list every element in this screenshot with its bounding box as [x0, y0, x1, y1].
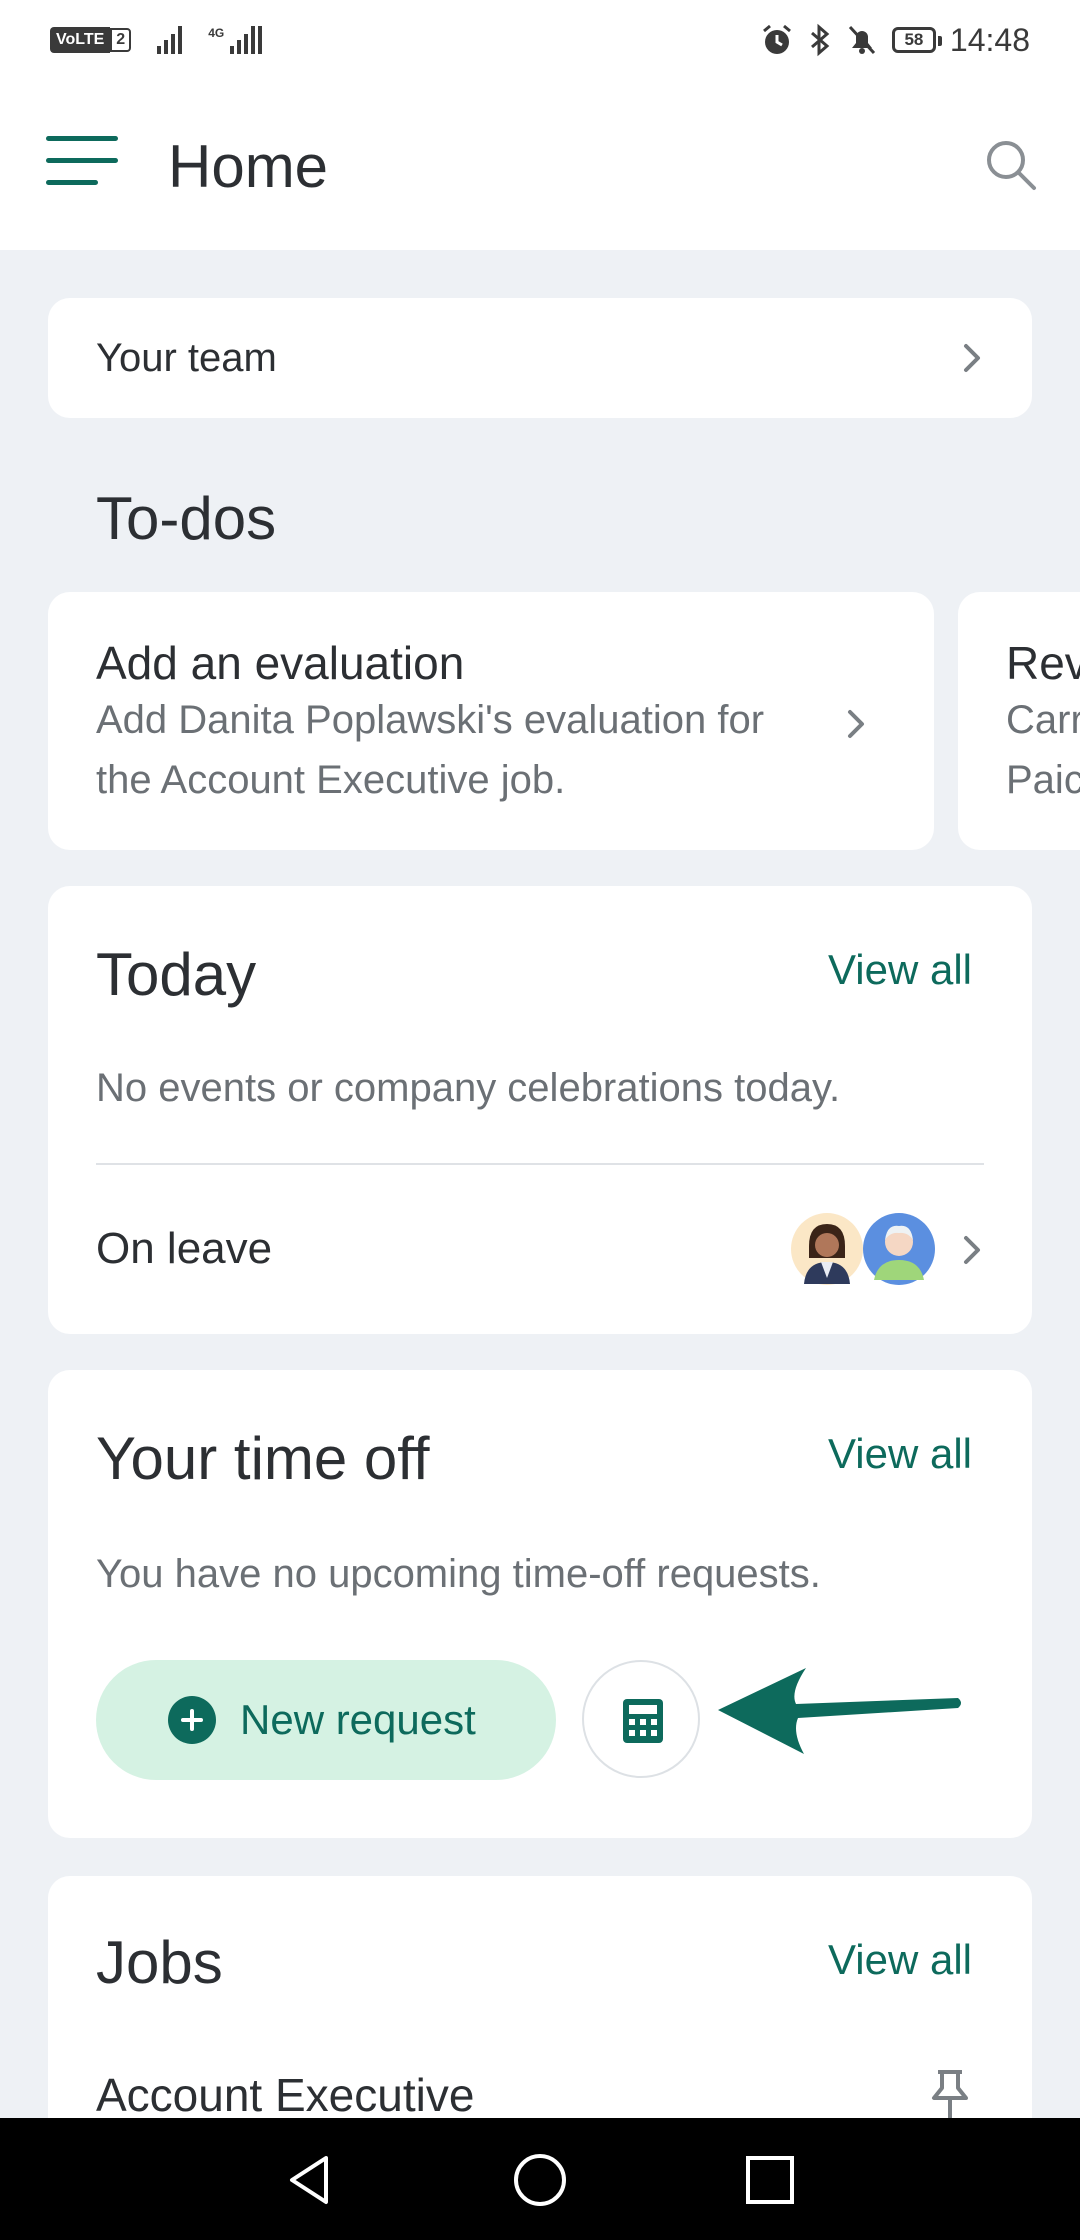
chevron-right-icon [964, 1236, 980, 1264]
page-title: Home [168, 133, 329, 200]
clock: 14:48 [949, 21, 1030, 58]
today-heading: Today [96, 941, 257, 1008]
mute-icon [848, 25, 876, 55]
back-icon[interactable] [282, 2152, 338, 2208]
home-icon[interactable] [512, 2152, 568, 2208]
status-bar: VoLTE 2 4G 58 14:48 [0, 0, 1080, 80]
todo-description-line2: the Account Executive job. [96, 758, 566, 802]
battery-level: 58 [904, 30, 924, 49]
todo-card-review[interactable]: Rev Carr Paic [958, 592, 1080, 850]
on-leave-row[interactable]: On leave [48, 1166, 1032, 1334]
signal-icon [157, 26, 183, 54]
time-off-empty-message: You have no upcoming time-off requests. [96, 1552, 821, 1596]
today-view-all-link[interactable]: View all [828, 946, 972, 994]
signal-icon-2 [230, 26, 263, 54]
todo-card-evaluation[interactable]: Add an evaluation Add Danita Poplawski's… [48, 592, 934, 850]
calculator-icon [623, 1699, 663, 1743]
status-right: 58 14:48 [760, 18, 1030, 62]
todo-description-line1: Add Danita Poplawski's evaluation for [96, 698, 765, 742]
avatar [791, 1213, 863, 1285]
app-bar: Home [0, 80, 1080, 250]
todos-heading: To-dos [96, 485, 277, 552]
divider [96, 1163, 984, 1165]
arrow-left-icon [718, 1668, 961, 1754]
status-left: VoLTE 2 4G [50, 22, 263, 58]
pin-icon[interactable] [928, 2068, 972, 2120]
bluetooth-icon [810, 23, 830, 57]
recents-icon[interactable] [742, 2152, 798, 2208]
chevron-right-icon [848, 710, 864, 738]
your-team-label: Your team [96, 336, 277, 380]
volte-icon: VoLTE 2 [50, 27, 132, 53]
sim-number: 2 [110, 28, 132, 52]
todo-title: Rev [1006, 637, 1080, 689]
on-leave-label: On leave [96, 1224, 273, 1273]
calculator-button[interactable] [582, 1660, 700, 1778]
alarm-icon [762, 24, 791, 54]
volte-label: VoLTE [50, 27, 111, 53]
menu-icon[interactable] [46, 136, 122, 188]
time-off-view-all-link[interactable]: View all [828, 1430, 972, 1478]
time-off-heading: Your time off [96, 1425, 430, 1492]
search-icon[interactable] [982, 136, 1038, 192]
jobs-heading: Jobs [96, 1929, 223, 1996]
plus-circle-icon [168, 1696, 216, 1744]
system-nav-bar [0, 2118, 1080, 2240]
jobs-view-all-link[interactable]: View all [828, 1936, 972, 1984]
today-card: Today View all No events or company cele… [48, 886, 1032, 1334]
new-request-button[interactable]: New request [96, 1660, 556, 1780]
todo-description-line2: Paic [1006, 758, 1080, 802]
your-team-card[interactable]: Your team [48, 298, 1032, 418]
todo-description-line1: Carr [1006, 698, 1080, 742]
chevron-right-icon [964, 344, 980, 372]
today-empty-message: No events or company celebrations today. [96, 1066, 841, 1110]
battery-icon: 58 [891, 27, 942, 53]
network-type: 4G [208, 26, 225, 40]
todo-title: Add an evaluation [96, 637, 465, 689]
job-title: Account Executive [96, 2069, 475, 2121]
new-request-label: New request [240, 1696, 476, 1743]
avatar [863, 1213, 935, 1285]
